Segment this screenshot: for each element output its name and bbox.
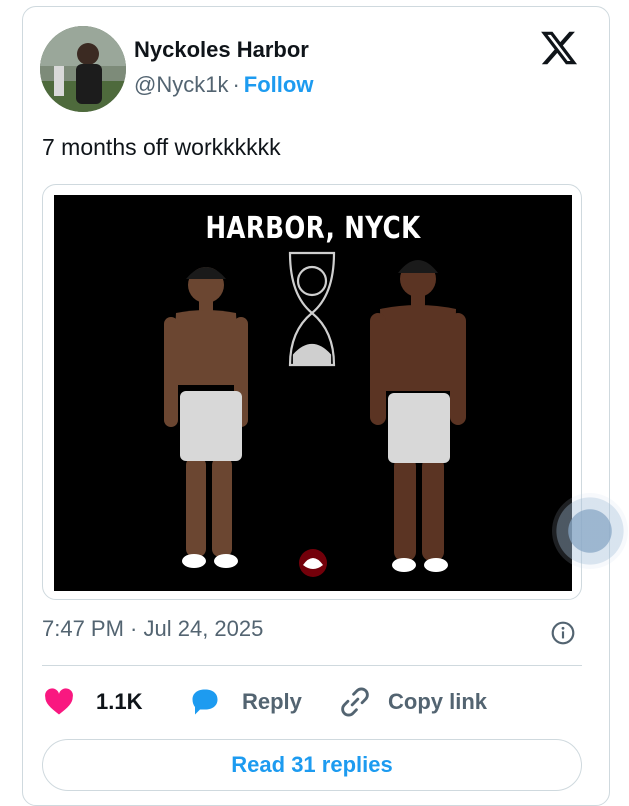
heart-icon bbox=[45, 688, 73, 715]
tweet-timestamp[interactable]: 7:47 PM · Jul 24, 2025 bbox=[42, 616, 263, 642]
divider bbox=[42, 665, 582, 666]
avatar-photo bbox=[40, 26, 126, 112]
like-count: 1.1K bbox=[96, 689, 143, 714]
tweet-media[interactable]: HARBOR, NYCK bbox=[42, 184, 582, 600]
tweet-text: 7 months off workkkkkk bbox=[42, 134, 281, 160]
author-handle[interactable]: @Nyck1k bbox=[134, 72, 228, 97]
like-button[interactable]: 1.1K bbox=[44, 684, 142, 720]
media-image[interactable]: HARBOR, NYCK bbox=[54, 195, 572, 591]
hourglass-icon bbox=[288, 251, 336, 367]
reply-button[interactable]: Reply bbox=[188, 684, 302, 720]
copy-link-button[interactable]: Copy link bbox=[338, 684, 487, 720]
follow-button[interactable]: Follow bbox=[244, 72, 314, 97]
separator-dot: · bbox=[232, 72, 240, 97]
author-handle-line: @Nyck1k · Follow bbox=[134, 72, 313, 98]
reply-bubble-icon bbox=[192, 689, 218, 715]
shorts-after bbox=[388, 393, 450, 463]
read-replies-button[interactable]: Read 31 replies bbox=[42, 739, 582, 791]
team-logo bbox=[299, 549, 327, 577]
touch-indicator bbox=[552, 493, 628, 569]
copy-link-label: Copy link bbox=[388, 689, 488, 714]
author-name[interactable]: Nyckoles Harbor bbox=[134, 37, 309, 63]
read-replies-label: Read 31 replies bbox=[231, 752, 393, 777]
x-logo-icon[interactable] bbox=[538, 28, 580, 68]
info-icon[interactable] bbox=[550, 620, 576, 646]
reply-label: Reply bbox=[242, 689, 302, 714]
shorts-before bbox=[180, 391, 242, 461]
author-avatar[interactable] bbox=[40, 26, 126, 112]
before-after-figures bbox=[164, 251, 466, 577]
link-icon bbox=[341, 687, 369, 717]
